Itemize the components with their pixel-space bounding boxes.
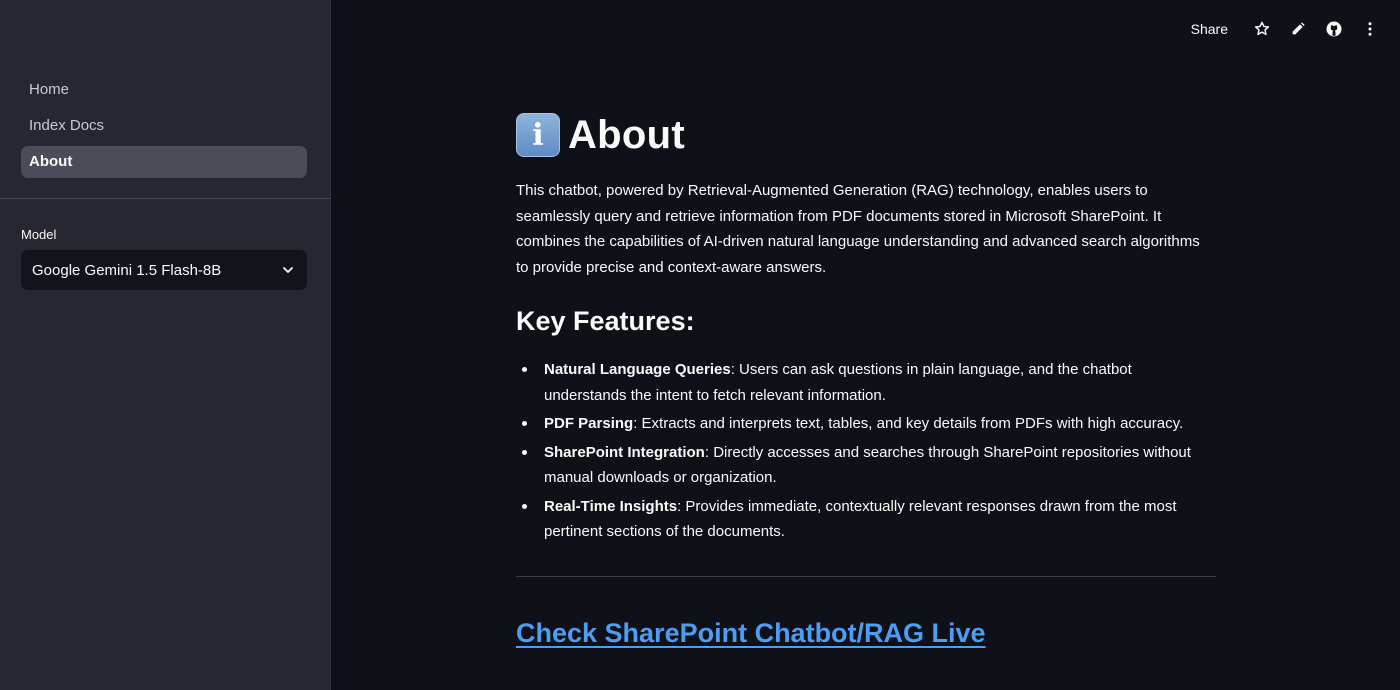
sidebar-item-index-docs[interactable]: Index Docs (21, 110, 307, 142)
list-item: Real-Time Insights: Provides immediate, … (522, 494, 1216, 545)
sidebar-nav: Home Index Docs About (21, 74, 307, 182)
feature-name: SharePoint Integration (544, 443, 705, 461)
model-select[interactable]: Google Gemini 1.5 Flash-8B (21, 250, 307, 290)
more-vertical-icon[interactable] (1356, 15, 1384, 43)
title-row: i About (516, 110, 1216, 160)
github-icon[interactable] (1320, 15, 1348, 43)
sidebar: Home Index Docs About Model Google Gemin… (0, 0, 331, 690)
page-title: About (568, 112, 686, 157)
sidebar-item-about[interactable]: About (21, 146, 307, 178)
sidebar-divider (0, 198, 331, 199)
sidebar-item-home[interactable]: Home (21, 74, 307, 106)
feature-name: PDF Parsing (544, 415, 634, 432)
key-features-heading: Key Features: (516, 306, 695, 336)
list-item: SharePoint Integration: Directly accesse… (522, 440, 1216, 491)
feature-name: Real-Time Insights (544, 497, 678, 515)
intro-paragraph: This chatbot, powered by Retrieval-Augme… (516, 182, 1200, 276)
model-label: Model (21, 227, 57, 242)
top-toolbar: Share (1191, 15, 1384, 43)
pencil-icon[interactable] (1284, 15, 1312, 43)
feature-name: Natural Language Queries (544, 361, 731, 378)
share-button[interactable]: Share (1191, 21, 1228, 37)
about-content: i About This chatbot, powered by Retriev… (516, 110, 1216, 649)
list-item: Natural Language Queries: Users can ask … (522, 357, 1216, 408)
feature-text: : Extracts and interprets text, tables, … (633, 415, 1184, 432)
live-demo-link[interactable]: Check SharePoint Chatbot/RAG Live (516, 618, 986, 649)
model-select-value: Google Gemini 1.5 Flash-8B (32, 261, 222, 279)
list-item: PDF Parsing: Extracts and interprets tex… (522, 411, 1216, 437)
star-icon[interactable] (1248, 15, 1276, 43)
features-list: Natural Language Queries: Users can ask … (516, 357, 1216, 545)
divider (516, 575, 1216, 577)
chevron-down-icon (281, 263, 295, 277)
app: Home Index Docs About Model Google Gemin… (0, 0, 1400, 690)
main-area: Share i About This chatbot, powered by R… (331, 0, 1400, 690)
information-icon: i (516, 113, 560, 157)
